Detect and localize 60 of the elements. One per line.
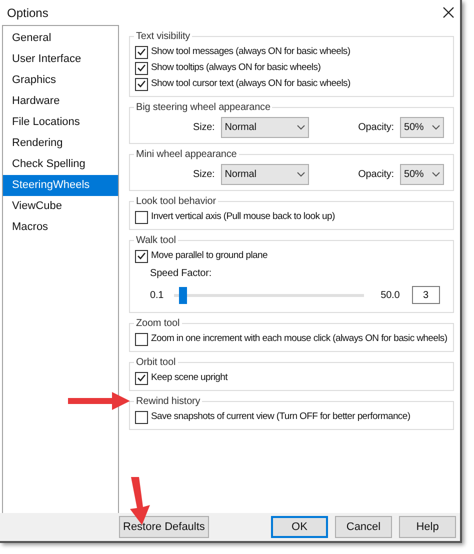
- checkbox-label: Zoom in one increment with each mouse click (always ON for basic wheels): [151, 332, 448, 346]
- chevron-icon: [432, 124, 440, 130]
- opacity-dropdown[interactable]: 50%: [400, 164, 444, 184]
- checkbox-label: Show tool cursor text (always ON for basic wheels): [151, 76, 350, 91]
- checkbox-label: Show tooltips (always ON for basic wheels): [151, 60, 321, 75]
- restore-defaults-button[interactable]: Restore Defaults: [119, 516, 209, 538]
- checkbox[interactable]: [135, 78, 148, 90]
- group-title: Mini wheel appearance: [135, 148, 238, 162]
- dialog-button[interactable]: Cancel: [335, 516, 392, 538]
- checkbox[interactable]: [135, 46, 148, 58]
- close-icon[interactable]: [443, 7, 454, 18]
- speed-factor-label: Speed Factor:: [150, 267, 213, 281]
- checkbox-label: Keep scene upright: [151, 370, 228, 385]
- checkbox[interactable]: [135, 410, 148, 424]
- size-label: Size:: [193, 120, 215, 134]
- size-dropdown[interactable]: Normal: [220, 116, 309, 138]
- group-title: Text visibility: [135, 30, 192, 44]
- sidebar-item[interactable]: File Locations: [3, 112, 118, 133]
- window-title: Options: [7, 4, 48, 22]
- group-title: Walk tool: [135, 234, 177, 248]
- checkbox[interactable]: [135, 210, 148, 224]
- checkmark-icon: [137, 374, 146, 382]
- chevron-icon: [432, 172, 440, 176]
- chevron-icon: [296, 124, 305, 130]
- checkbox-label: Move parallel to ground plane: [151, 248, 268, 263]
- opacity-label: Opacity:: [358, 168, 394, 182]
- size-label: Size:: [193, 168, 215, 182]
- sidebar-item[interactable]: General: [3, 28, 118, 49]
- checkbox-label: Show tool messages (always ON for basic wheels): [151, 44, 350, 59]
- group-title: Rewind history: [135, 395, 202, 409]
- callout-arrow: [68, 391, 130, 411]
- sidebar-item[interactable]: ViewCube: [3, 196, 118, 217]
- dialog-button[interactable]: Help: [399, 516, 456, 538]
- opacity-dropdown[interactable]: 50%: [400, 116, 444, 138]
- sidebar-item[interactable]: Hardware: [3, 91, 118, 112]
- size-dropdown[interactable]: Normal: [220, 164, 309, 184]
- checkbox-label: Save snapshots of current view (Turn OFF for better performance): [151, 410, 410, 424]
- checkmark-icon: [137, 252, 146, 260]
- checkbox-label: Invert vertical axis (Pull mouse back to look up): [151, 210, 335, 224]
- speed-input-field[interactable]: 3: [412, 286, 440, 304]
- slider-thumb[interactable]: [179, 286, 188, 304]
- chevron-icon: [296, 172, 305, 176]
- sidebar-item[interactable]: Macros: [3, 217, 118, 238]
- checkbox[interactable]: [135, 372, 148, 384]
- group-title: Look tool behavior: [135, 195, 217, 209]
- opacity-label: Opacity:: [358, 120, 394, 134]
- sidebar-item[interactable]: SteeringWheels: [3, 175, 118, 196]
- slider-max-label: 50.0: [380, 288, 400, 302]
- slider-min-label: 0.1: [150, 288, 164, 302]
- sidebar-item[interactable]: User Interface: [3, 49, 118, 70]
- checkbox[interactable]: [135, 62, 148, 74]
- sidebar-item[interactable]: Check Spelling: [3, 154, 118, 175]
- sidebar-item[interactable]: Graphics: [3, 70, 118, 91]
- checkbox[interactable]: [135, 332, 148, 346]
- group-title: Big steering wheel appearance: [135, 101, 272, 115]
- group-title: Orbit tool: [135, 356, 177, 370]
- dialog-button[interactable]: OK: [271, 516, 328, 538]
- sidebar-item[interactable]: Rendering: [3, 133, 118, 154]
- checkbox[interactable]: [135, 250, 148, 262]
- group-title: Zoom tool: [135, 317, 181, 331]
